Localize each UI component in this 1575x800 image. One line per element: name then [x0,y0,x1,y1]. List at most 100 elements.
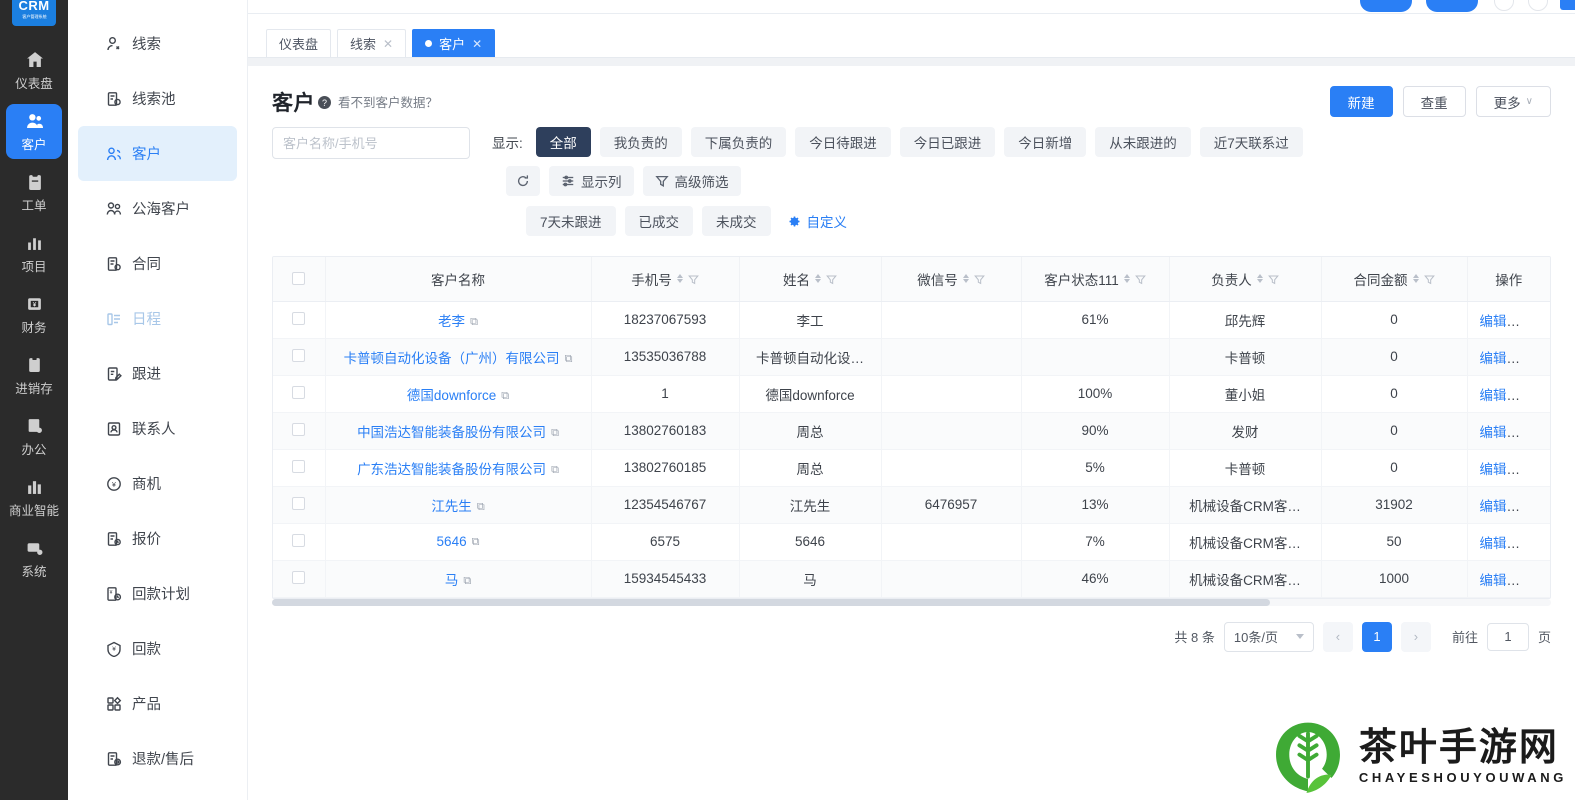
column-filter-icon[interactable] [1134,273,1146,285]
column-header-amount[interactable]: 合同金额 [1321,257,1468,302]
row-checkbox[interactable] [292,422,306,436]
sort-icon[interactable] [815,274,821,284]
submenu-item-2[interactable]: 线索池 [78,71,237,126]
rail-item-1[interactable]: 仪表盘 [6,43,62,98]
row-action-edit[interactable]: 编辑 [1480,351,1507,366]
customer-name-link[interactable]: 广东浩达智能装备股份有限公司 [357,462,546,477]
sort-icon[interactable] [1256,274,1263,284]
filter-chip-7天未跟进[interactable]: 7天未跟进 [526,206,616,236]
sort-icon[interactable] [962,274,969,284]
column-header-phone[interactable]: 手机号 [591,257,740,302]
cell-name[interactable]: 马 ⧉ [325,560,592,598]
table-row[interactable]: 卡普顿自动化设备（广州）有限公司 ⧉ 13535036788 卡普顿自动化设… 卡普顿 0… [273,338,1550,376]
header-icon-1[interactable] [1494,0,1514,11]
cell-checkbox[interactable] [273,523,326,561]
submenu-item-6[interactable]: 日程 [78,291,237,346]
column-filter-icon[interactable] [826,273,837,285]
row-action-followup[interactable]: 跟进 [1519,536,1546,551]
column-header-wechat[interactable]: 微信号 [881,257,1022,302]
submenu-item-5[interactable]: 合同 [78,236,237,291]
rail-item-4[interactable]: 项目 [6,226,62,281]
row-action-followup[interactable]: 跟进 [1519,351,1546,366]
column-header-contact[interactable]: 姓名 [739,257,882,302]
cell-name[interactable]: 江先生 ⧉ [325,486,592,524]
advanced-filter-button[interactable]: 高级筛选 [642,166,741,196]
rail-item-2[interactable]: 客户 [6,104,62,159]
filter-chip-近7天联系过[interactable]: 近7天联系过 [1199,127,1303,157]
cell-checkbox[interactable] [273,449,326,487]
column-header-status[interactable]: 客户状态111 [1021,257,1170,302]
copy-icon[interactable]: ⧉ [501,390,509,403]
row-checkbox[interactable] [292,348,306,362]
table-row[interactable]: 广东浩达智能装备股份有限公司 ⧉ 13802760185 周总 5% 卡普顿 0 编辑 跟进 [273,449,1550,487]
submenu-item-3[interactable]: 客户 [78,126,237,181]
prev-page-button[interactable]: ‹ [1322,621,1353,652]
row-action-followup[interactable]: 跟进 [1519,388,1546,403]
row-checkbox[interactable] [292,459,306,473]
filter-chip-全部[interactable]: 全部 [535,127,591,157]
table-row[interactable]: 老李 ⧉ 18237067593 李工 61% 邱先辉 0 编辑 跟进 [273,301,1550,339]
copy-icon[interactable]: ⧉ [477,501,485,514]
row-action-edit[interactable]: 编辑 [1480,425,1507,440]
row-action-edit[interactable]: 编辑 [1480,388,1507,403]
submenu-item-11[interactable]: ¥ 回款计划 [78,566,237,621]
table-row[interactable]: 马 ⧉ 15934545433 马 46% 机械设备CRM客… 1000 编辑 跟进 [273,560,1550,598]
submenu-item-8[interactable]: 联系人 [78,401,237,456]
cell-name[interactable]: 5646 ⧉ [325,523,592,561]
new-button[interactable]: 新建 [1329,86,1393,117]
header-pill-1[interactable] [1360,0,1412,12]
column-filter-icon[interactable] [687,273,699,285]
copy-icon[interactable]: ⧉ [551,464,559,477]
row-action-followup[interactable]: 跟进 [1519,462,1546,477]
rail-item-9[interactable]: 系统 [6,531,62,586]
cell-checkbox[interactable] [273,560,326,598]
page-size-select[interactable]: 10条/页 [1223,621,1314,652]
rail-item-3[interactable]: 工单 [6,165,62,220]
row-checkbox[interactable] [292,570,306,584]
filter-chip-下属负责的[interactable]: 下属负责的 [690,127,787,157]
scrollbar-thumb[interactable] [272,598,1270,606]
table-row[interactable]: 5646 ⧉ 6575 5646 7% 机械设备CRM客… 50 编辑 跟进 [273,523,1550,561]
tab-close-icon[interactable]: ✕ [472,38,482,50]
filter-chip-已成交[interactable]: 已成交 [624,206,694,236]
submenu-item-1[interactable]: 线索 [78,16,237,71]
row-action-followup[interactable]: 跟进 [1519,314,1546,329]
rail-item-7[interactable]: 办公 [6,409,62,464]
submenu-item-12[interactable]: ¥ 回款 [78,621,237,676]
header-badge[interactable] [1560,0,1575,10]
copy-icon[interactable]: ⧉ [463,575,471,588]
table-row[interactable]: 江先生 ⧉ 12354546767 江先生 6476957 13% 机械设备CRM客… 319… [273,486,1550,524]
search-box[interactable] [272,127,470,159]
column-filter-icon[interactable] [1423,273,1435,285]
more-button[interactable]: 更多 ∨ [1475,86,1551,117]
row-action-edit[interactable]: 编辑 [1480,314,1507,329]
select-all-checkbox[interactable] [292,272,306,286]
header-icon-2[interactable] [1528,0,1548,11]
copy-icon[interactable]: ⧉ [565,353,573,366]
cell-checkbox[interactable] [273,486,326,524]
cell-checkbox[interactable] [273,412,326,450]
filter-chip-未成交[interactable]: 未成交 [702,206,771,236]
custom-filter-button[interactable]: 自定义 [780,206,862,236]
submenu-item-13[interactable]: 产品 [78,676,237,731]
copy-icon[interactable]: ⧉ [551,427,559,440]
customer-name-link[interactable]: 江先生 [431,499,472,514]
tab-2[interactable]: 线索 ✕ [337,29,407,57]
row-action-followup[interactable]: 跟进 [1519,499,1546,514]
customer-name-link[interactable]: 马 [445,573,459,588]
cell-name[interactable]: 中国浩达智能装备股份有限公司 ⧉ [325,412,592,450]
refresh-button[interactable] [506,166,540,196]
copy-icon[interactable]: ⧉ [472,536,480,549]
column-filter-icon[interactable] [1267,273,1279,285]
row-checkbox[interactable] [292,533,306,547]
filter-chip-今日待跟进[interactable]: 今日待跟进 [795,127,891,157]
jump-input[interactable]: 1 [1486,622,1529,651]
next-page-button[interactable]: › [1400,621,1431,652]
table-row[interactable]: 德国downforce ⧉ 1 德国downforce 100% 董小姐 0 编辑 跟进 [273,375,1550,413]
customer-name-link[interactable]: 老李 [438,314,465,329]
filter-chip-从未跟进的[interactable]: 从未跟进的 [1095,127,1191,157]
row-checkbox[interactable] [292,385,306,399]
submenu-item-7[interactable]: 跟进 [78,346,237,401]
column-filter-icon[interactable] [973,273,985,285]
cell-checkbox[interactable] [273,338,326,376]
